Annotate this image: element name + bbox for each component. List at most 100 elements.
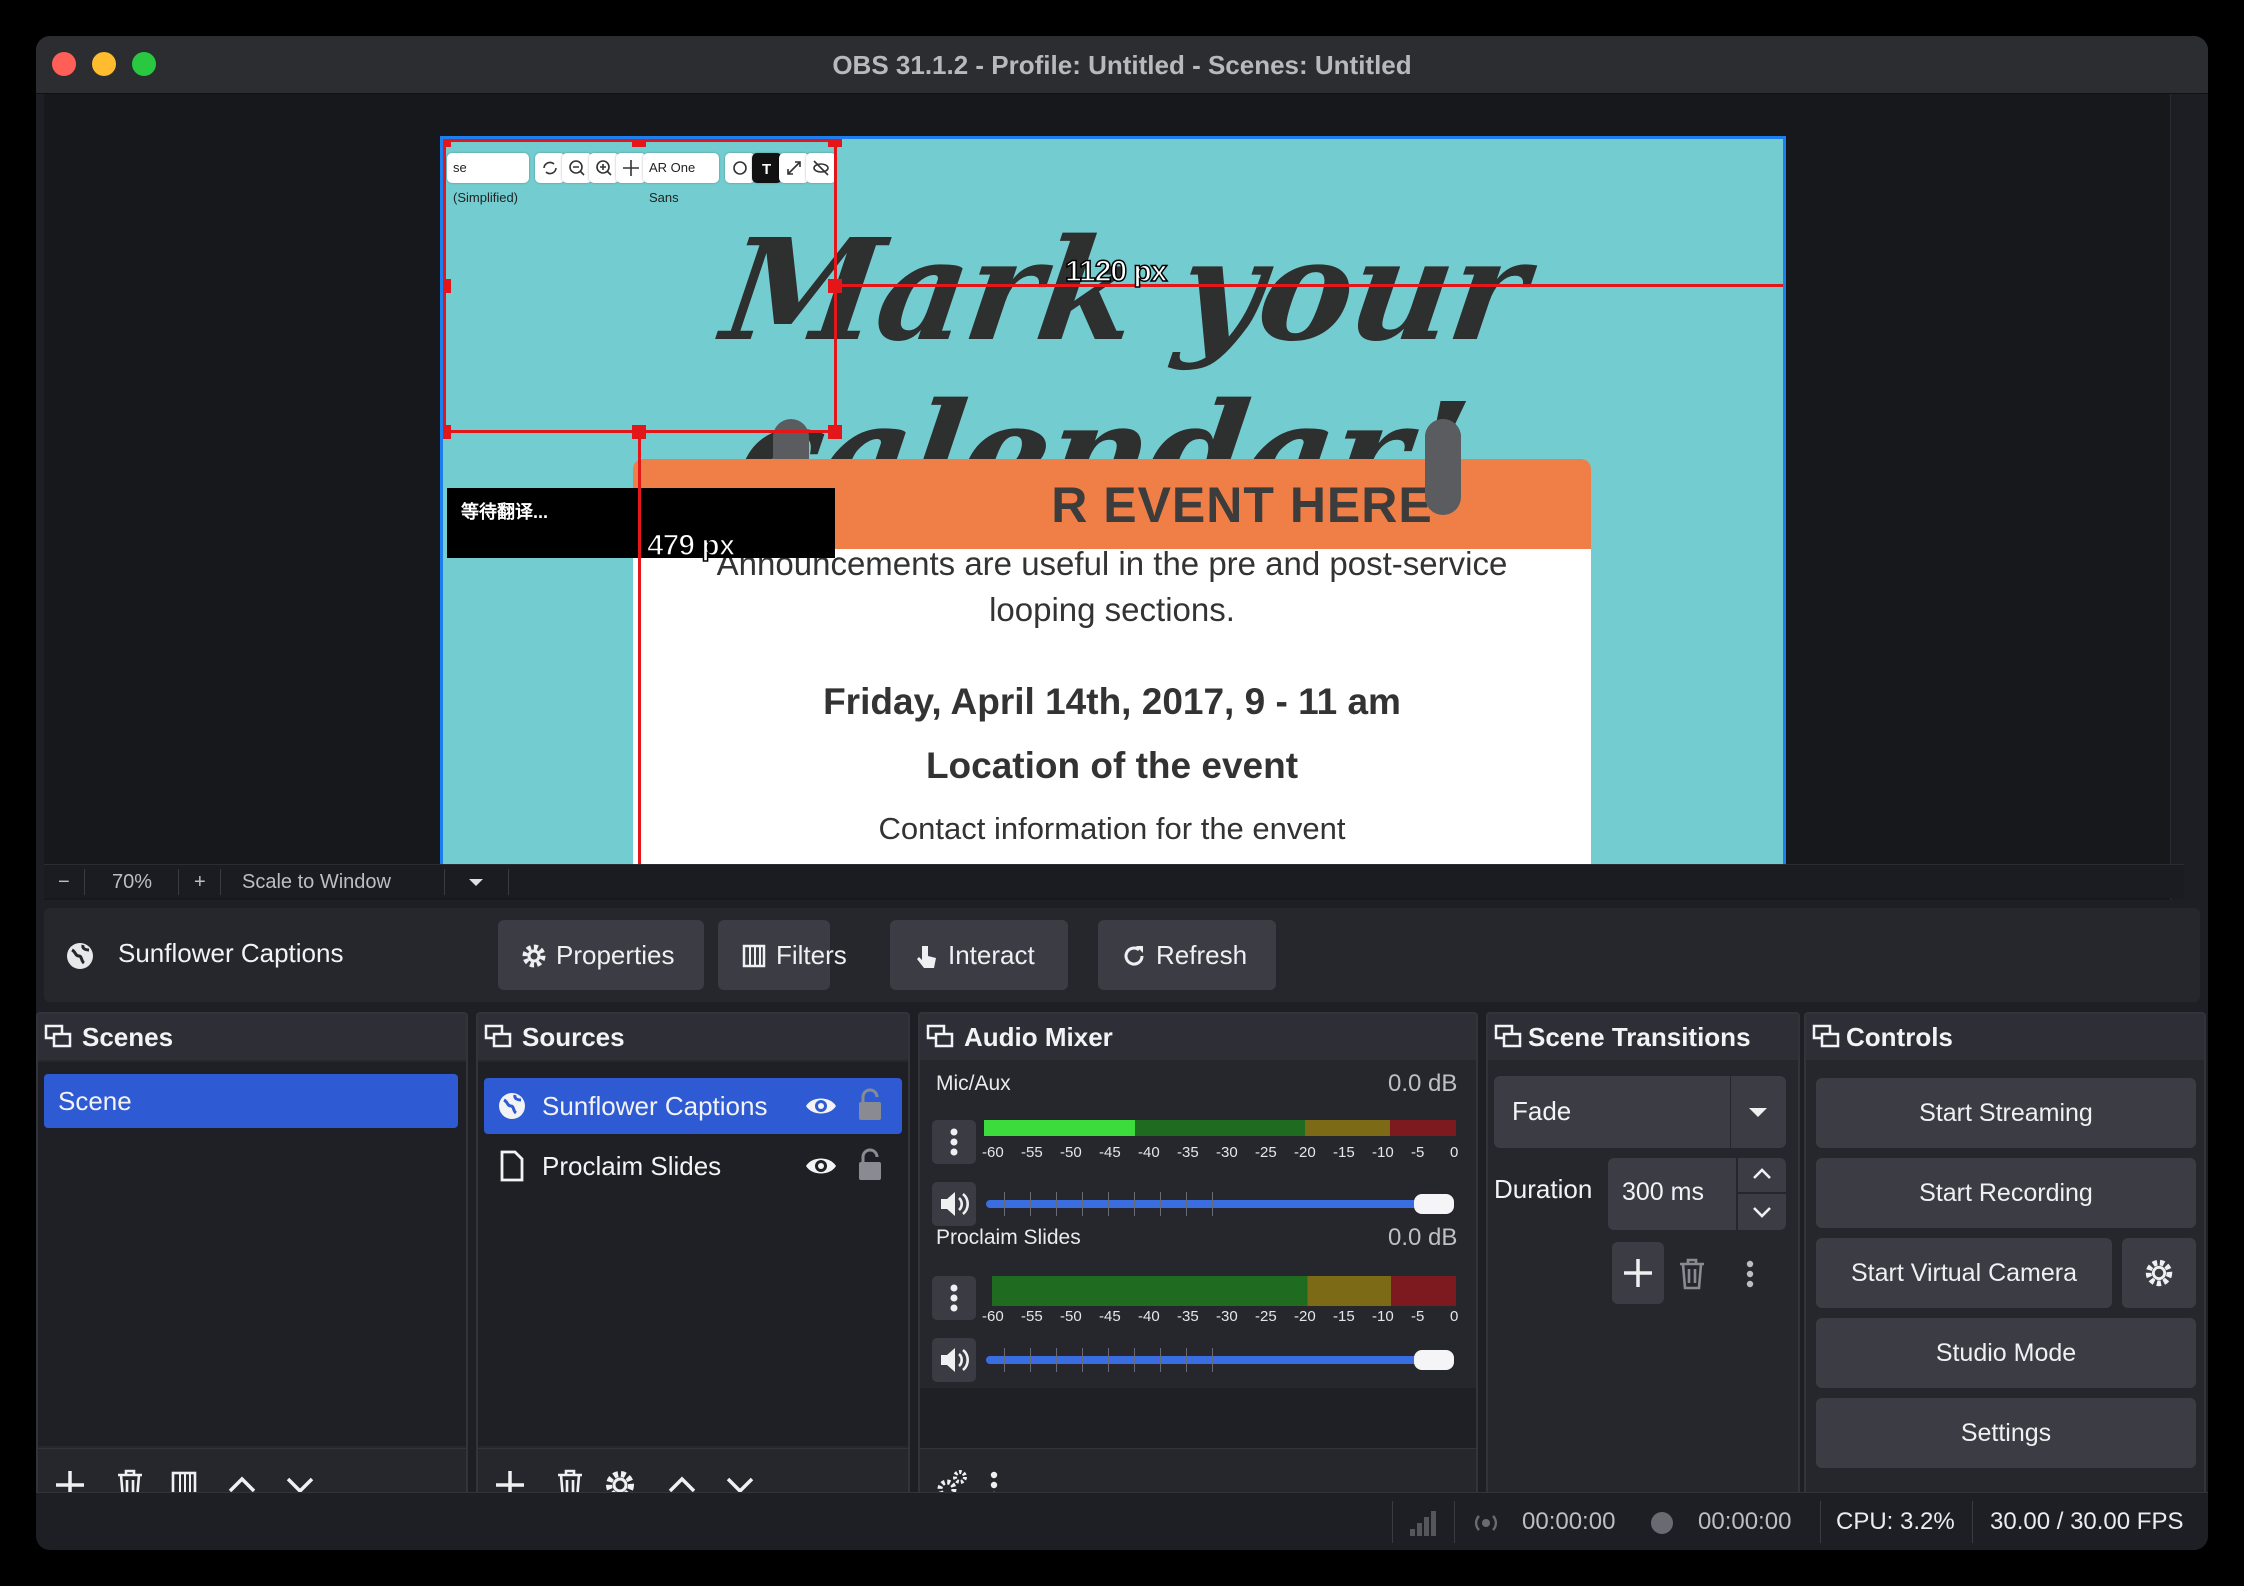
resize-handle-tr[interactable] [828,139,842,147]
scale-mode-dropdown[interactable] [466,865,492,899]
zoom-out-button[interactable]: − [58,865,70,899]
status-divider [1392,1501,1393,1543]
start-recording-button[interactable]: Start Recording [1816,1158,2196,1228]
meter-tick-label: -10 [1372,1308,1394,1325]
refresh-button[interactable]: Refresh [1098,920,1276,990]
width-measure-label: 1120 px [1064,254,1168,289]
duration-decrement[interactable] [1738,1194,1786,1230]
select-divider [1730,1076,1731,1148]
preview-area[interactable]: Mark your calendar! R EVENT HERE Announc… [44,94,2184,900]
meter-tick-label: 0 [1450,1144,1459,1161]
interact-label: Interact [948,940,1035,970]
resize-handle-b[interactable] [632,425,646,439]
caption-font-select[interactable]: AR One Sans [643,153,719,205]
volume-meter [992,1276,1456,1306]
more-vertical-icon [950,1128,958,1156]
meter-tick-label: -15 [1333,1144,1355,1161]
mute-button[interactable] [932,1338,976,1382]
source-item-label: Proclaim Slides [542,1151,722,1181]
volume-slider-knob[interactable] [1414,1194,1454,1214]
zoom-in-button[interactable]: + [194,865,206,899]
dock-window-icon [44,1024,72,1048]
audio-mixer-header: Audio Mixer [920,1014,1476,1060]
controls-dock: Controls Start Streaming Start Recording… [1804,1012,2206,1520]
context-source-name: Sunflower Captions [118,938,344,968]
resize-handle-br[interactable] [828,425,842,439]
sources-list: Sunflower Captions Proclaim Slides [478,1062,908,1446]
duration-input[interactable]: 300 ms [1608,1158,1736,1230]
preview-canvas[interactable]: Mark your calendar! R EVENT HERE Announc… [440,136,1786,892]
eye-icon[interactable] [804,1092,838,1120]
event-date: Friday, April 14th, 2017, 9 - 11 am [823,681,1401,722]
volume-slider[interactable] [986,1192,1450,1216]
meter-tick-label: -15 [1333,1308,1355,1325]
preview-scrollbar[interactable] [2170,94,2200,900]
transitions-body: Fade Duration 300 ms [1488,1062,1798,1518]
calendar-body: Announcements are useful in the pre and … [633,545,1591,889]
properties-button[interactable]: Properties [498,920,704,990]
studio-mode-button[interactable]: Studio Mode [1816,1318,2196,1388]
scenes-list: Scene [38,1062,466,1446]
zoom-in-icon[interactable] [589,153,619,183]
add-transition-button[interactable] [1612,1242,1664,1304]
chevron-up-icon [1753,1168,1771,1179]
mute-button[interactable] [932,1182,976,1226]
slider-tick [1134,1192,1135,1216]
slider-tick [1186,1348,1187,1372]
volume-slider[interactable] [986,1348,1450,1372]
meter-tick-label: -25 [1255,1308,1277,1325]
filter-icon [742,944,766,968]
interact-button[interactable]: Interact [890,920,1068,990]
meter-tick-label: -20 [1294,1308,1316,1325]
channel-menu-button[interactable] [932,1276,976,1320]
caption-toolbar: se (Simplified) AR One Sans T [447,147,836,205]
resize-handle-tl[interactable] [443,139,451,147]
slider-tick [1056,1192,1057,1216]
meter-tick-label: -60 [982,1144,1004,1161]
virtual-camera-settings-button[interactable] [2122,1238,2196,1308]
source-item-proclaim-slides[interactable]: Proclaim Slides [484,1138,902,1194]
controls-body: Start Streaming Start Recording Start Vi… [1806,1062,2204,1518]
globe-icon [67,943,93,969]
duration-increment[interactable] [1738,1158,1786,1192]
meter-tick-label: -50 [1060,1308,1082,1325]
filters-button[interactable]: Filters [718,920,847,990]
unlock-icon[interactable] [856,1148,884,1182]
transition-select[interactable]: Fade [1494,1076,1786,1148]
caption-language-select[interactable]: se (Simplified) [447,153,529,205]
scenes-dock: Scenes Scene [36,1012,468,1520]
resize-handle-l[interactable] [443,279,451,293]
obs-window: OBS 31.1.2 - Profile: Untitled - Scenes:… [36,36,2208,1550]
circle-icon[interactable] [725,153,755,183]
sync-icon[interactable] [535,153,565,183]
text-style-icon[interactable]: T [752,153,782,183]
channel-menu-button[interactable] [932,1120,976,1164]
start-virtual-camera-button[interactable]: Start Virtual Camera [1816,1238,2112,1308]
move-icon[interactable] [616,153,646,183]
scene-item[interactable]: Scene [44,1074,458,1128]
hide-icon[interactable] [806,153,836,183]
scale-mode-label[interactable]: Scale to Window [242,865,391,899]
zoom-divider [444,869,445,895]
resize-handle-r[interactable] [828,279,842,293]
meter-tick-label: -60 [982,1308,1004,1325]
volume-slider-knob[interactable] [1414,1350,1454,1370]
expand-icon[interactable] [779,153,809,183]
resize-handle-bl[interactable] [443,425,451,439]
svg-text:T: T [762,161,771,178]
more-vertical-icon[interactable] [1732,1256,1768,1292]
scene-transitions-title: Scene Transitions [1528,1022,1751,1052]
trash-icon[interactable] [1674,1256,1710,1292]
unlock-icon[interactable] [856,1088,884,1122]
start-streaming-button[interactable]: Start Streaming [1816,1078,2196,1148]
duration-value: 300 ms [1622,1178,1704,1206]
scenes-title: Scenes [82,1022,174,1052]
source-item-sunflower-captions[interactable]: Sunflower Captions [484,1078,902,1134]
pointer-hand-icon [917,946,936,968]
resize-handle-t[interactable] [632,139,646,147]
meter-tick-label: -30 [1216,1144,1238,1161]
zoom-out-icon[interactable] [562,153,592,183]
announcement-line-2: looping sections. [989,591,1235,628]
eye-icon[interactable] [804,1152,838,1180]
settings-button[interactable]: Settings [1816,1398,2196,1468]
